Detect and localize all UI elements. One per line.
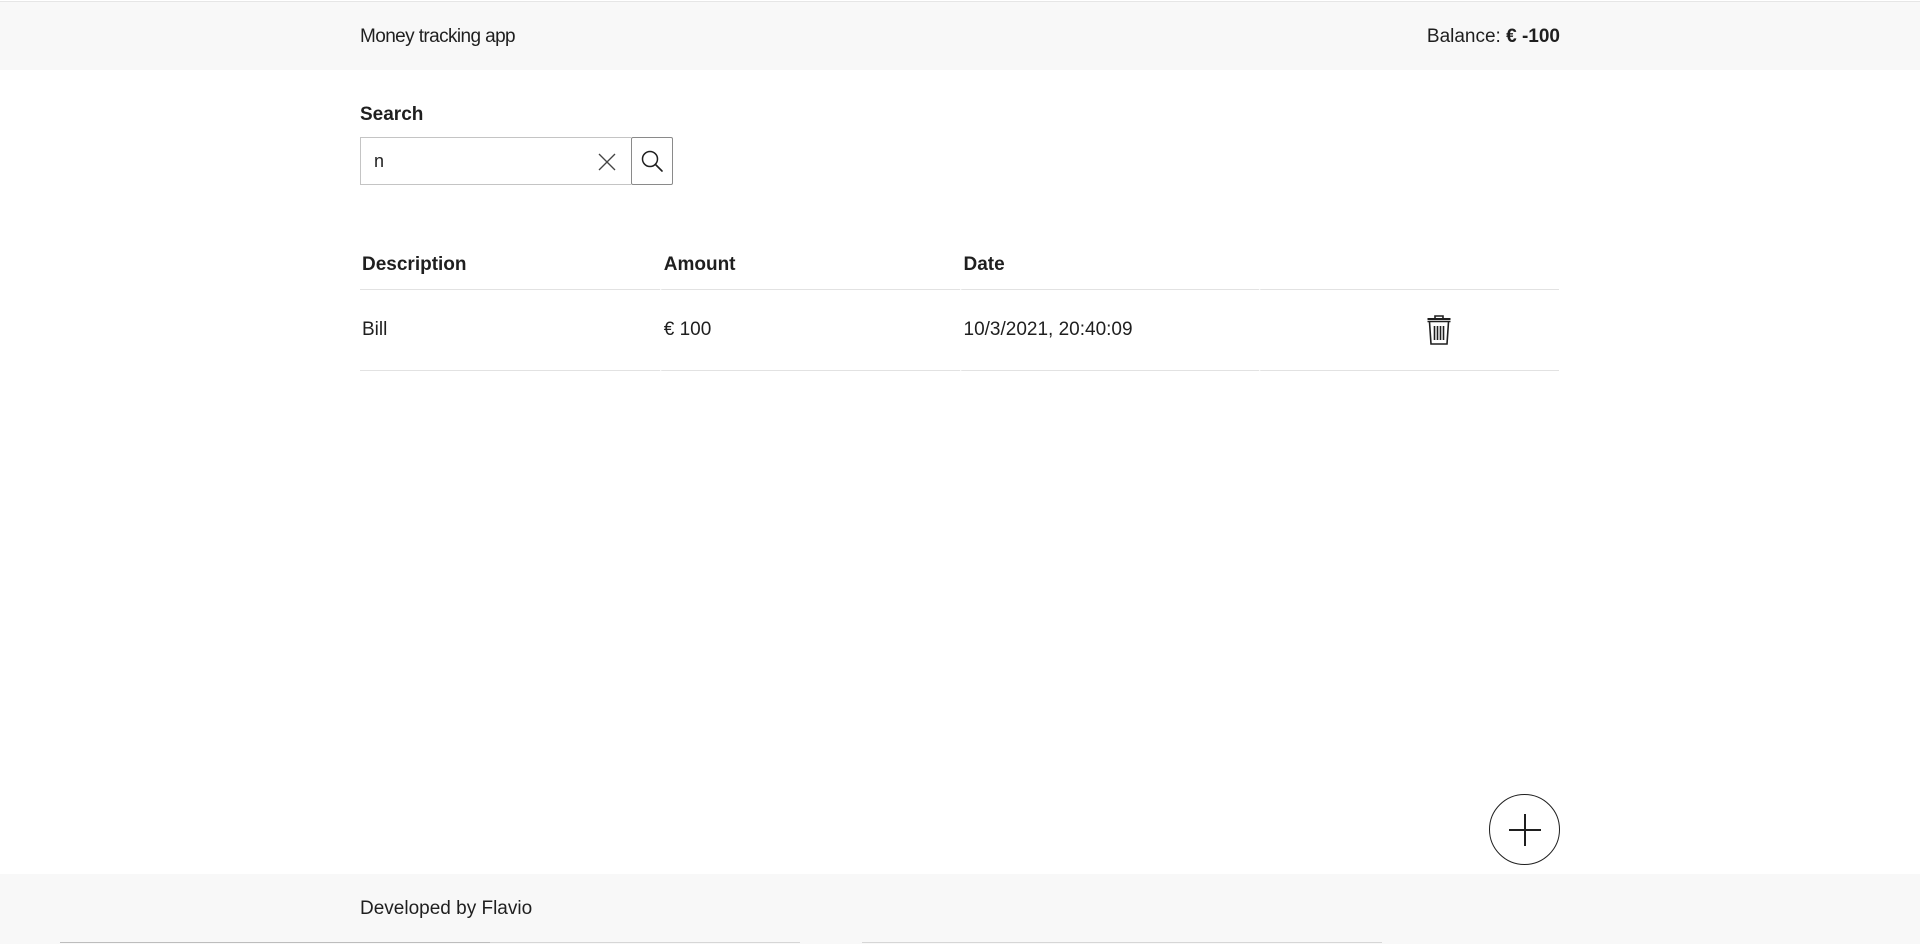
plus-icon	[1508, 813, 1541, 846]
search-input-wrapper	[360, 137, 631, 185]
row-actions	[1259, 290, 1559, 371]
table-row: Bill € 100 10/3/2021, 20:40:09	[360, 290, 1559, 371]
column-header-amount: Amount	[659, 238, 960, 290]
search-box	[360, 137, 673, 185]
footer-divider	[60, 942, 490, 943]
footer-divider	[490, 942, 800, 943]
close-icon	[598, 153, 616, 171]
search-button[interactable]	[631, 137, 673, 185]
app-header: Money tracking app Balance: € -100	[0, 1, 1920, 70]
footer-credit: Developed by Flavio	[360, 898, 533, 919]
balance-label: Balance:	[1426, 26, 1501, 47]
delete-button[interactable]	[1426, 315, 1452, 345]
transactions-table: Description Amount Date Bill € 100 10/3/…	[360, 238, 1559, 371]
row-amount: € 100	[659, 290, 960, 371]
column-header-description: Description	[360, 238, 660, 290]
add-transaction-button[interactable]	[1489, 794, 1560, 865]
app-footer: Developed by Flavio	[0, 874, 1920, 944]
search-label: Search	[360, 104, 424, 125]
table-header: Description Amount Date	[360, 238, 1559, 290]
row-date: 10/3/2021, 20:40:09	[959, 290, 1260, 371]
balance-display: Balance: € -100	[1427, 26, 1560, 48]
row-description: Bill	[360, 290, 660, 371]
search-icon	[641, 150, 663, 172]
footer-divider	[862, 942, 1382, 943]
app-title: Money tracking app	[360, 26, 516, 47]
column-header-actions	[1259, 238, 1559, 290]
balance-value: € -100	[1506, 26, 1560, 47]
column-header-date: Date	[959, 238, 1260, 290]
trash-icon	[1427, 315, 1451, 345]
clear-search-button[interactable]	[595, 150, 619, 174]
search-input[interactable]	[361, 138, 631, 184]
